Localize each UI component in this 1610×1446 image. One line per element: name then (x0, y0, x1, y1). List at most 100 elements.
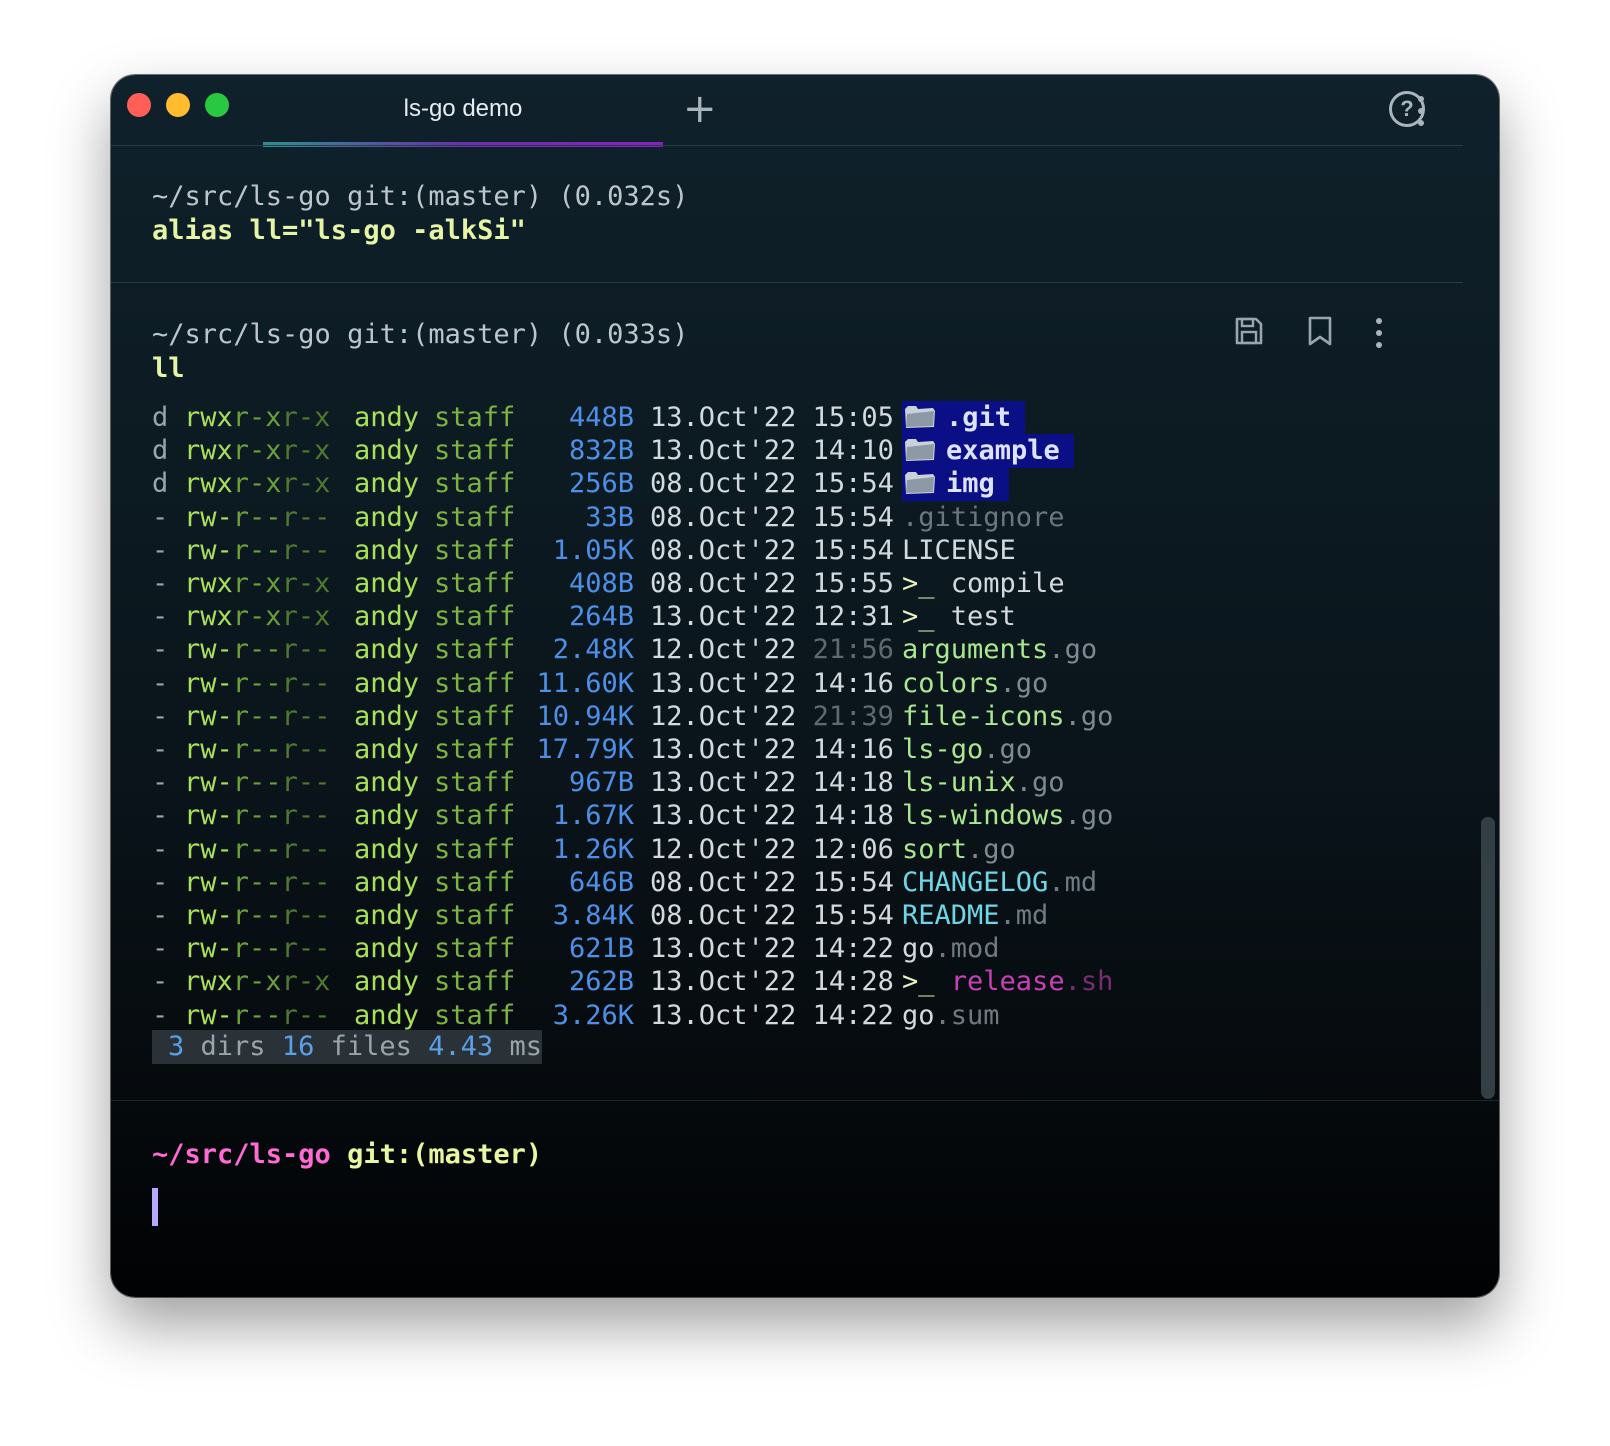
file-type: - (152, 833, 169, 865)
date: 08.Oct'22 (650, 534, 797, 566)
bookmark-icon[interactable] (1306, 315, 1334, 351)
group: staff (434, 966, 516, 998)
permission-group: rw- (184, 900, 233, 931)
permission-group: rwx (184, 568, 233, 599)
permission-group: r-- (232, 933, 282, 965)
file-name: >_ compile (902, 567, 1065, 601)
permission-group: r-x (232, 966, 282, 998)
owner: andy (354, 402, 420, 433)
scrollbar-thumb[interactable] (1481, 817, 1495, 1099)
file-name: go.sum (902, 999, 1000, 1033)
permissions: rw-r--r-- (184, 866, 330, 900)
time: 15:54 (812, 866, 894, 898)
permissions: rw-r--r-- (184, 833, 330, 867)
time: 12:31 (812, 601, 894, 633)
permissions: rw-r--r-- (184, 501, 330, 535)
file-basename: sort (902, 833, 968, 865)
permissions: rw-r--r-- (184, 534, 330, 568)
date: 08.Oct'22 (650, 866, 797, 898)
owner: andy (354, 568, 420, 599)
permissions: rwxr-xr-x (184, 434, 330, 468)
file-name: file-icons.go (902, 700, 1113, 734)
owner: andy (354, 734, 420, 765)
group: staff (434, 402, 516, 433)
directory-label: img (902, 467, 1009, 502)
modified-date: 13.Oct'22 14:16 (650, 733, 894, 767)
group: staff (434, 866, 516, 898)
directory-name: example (946, 435, 1060, 467)
date: 13.Oct'22 (650, 734, 797, 765)
group: staff (434, 800, 516, 832)
file-name: go.mod (902, 932, 1000, 966)
file-extension: .go (1064, 700, 1114, 732)
block-menu-icon[interactable] (1376, 318, 1382, 354)
group: staff (434, 501, 516, 533)
block-1-command: alias ll="ls-go -alkSi" (152, 215, 526, 246)
modified-date: 13.Oct'22 14:10 (650, 434, 894, 468)
permission-group: rw- (184, 634, 233, 666)
file-name: arguments.go (902, 633, 1097, 667)
permission-group: r-x (281, 966, 331, 998)
file-basename: README (902, 900, 1000, 931)
file-basename: go (902, 999, 935, 1031)
prompt-git-branch: git:(master) (347, 1139, 543, 1170)
time: 15:54 (812, 900, 894, 931)
file-basename: colors (902, 667, 1000, 699)
modified-date: 08.Oct'22 15:54 (650, 501, 894, 535)
new-tab-button[interactable]: + (683, 87, 717, 131)
file-type: - (152, 767, 169, 799)
file-type: - (152, 568, 169, 599)
terminal-icon: >_ (902, 601, 935, 633)
modified-date: 08.Oct'22 15:54 (650, 534, 894, 568)
file-size: 832B (568, 435, 634, 467)
owner: andy (354, 767, 420, 799)
tab-ls-go-demo[interactable]: ls-go demo (263, 75, 663, 147)
date: 12.Oct'22 (650, 700, 797, 732)
file-size: 262B (568, 966, 634, 998)
permission-group: rw- (184, 933, 233, 965)
permission-group: r-- (232, 534, 282, 566)
directory-name: .git (946, 402, 1012, 433)
owner: andy (354, 667, 420, 699)
minimize-window-button[interactable] (166, 93, 190, 117)
modified-date: 08.Oct'22 15:54 (650, 866, 894, 900)
file-name: LICENSE (902, 534, 1016, 568)
permission-group: rw- (184, 501, 233, 533)
permission-group: r-x (281, 402, 331, 433)
file-basename: go (902, 933, 935, 965)
owner: andy (354, 966, 420, 998)
file-extension: .md (999, 900, 1049, 931)
window-menu-icon[interactable] (1418, 96, 1424, 132)
file-size: 10.94K (536, 700, 634, 732)
text-cursor[interactable] (152, 1188, 158, 1226)
permission-group: r-- (281, 501, 331, 533)
modified-date: 13.Oct'22 14:22 (650, 999, 894, 1033)
save-icon[interactable] (1233, 315, 1265, 351)
file-name: ls-windows.go (902, 799, 1113, 833)
file-basename: ls-unix (902, 767, 1016, 799)
file-type: - (152, 700, 169, 732)
permission-group: r-- (281, 999, 331, 1031)
date: 12.Oct'22 (650, 833, 797, 865)
file-basename: compile (950, 568, 1065, 599)
file-size: 408B (568, 568, 634, 599)
owner: andy (354, 833, 420, 865)
permission-group: r-- (281, 667, 331, 699)
file-name: CHANGELOG.md (902, 866, 1097, 900)
modified-date: 12.Oct'22 21:39 (650, 700, 894, 734)
file-extension: .go (1064, 800, 1114, 832)
close-window-button[interactable] (127, 93, 151, 117)
permission-group: rwx (184, 601, 233, 633)
permissions: rw-r--r-- (184, 733, 330, 767)
file-extension: .go (1015, 767, 1065, 799)
file-extension: .go (967, 833, 1016, 865)
permissions: rwxr-xr-x (184, 401, 330, 435)
permission-group: r-- (281, 866, 331, 898)
zoom-window-button[interactable] (205, 93, 229, 117)
permission-group: r-- (232, 634, 282, 666)
file-type: d (152, 435, 169, 467)
file-size: 646B (568, 866, 634, 898)
file-type: - (152, 933, 169, 965)
terminal-icon: >_ (902, 568, 935, 599)
block-divider (111, 282, 1463, 283)
